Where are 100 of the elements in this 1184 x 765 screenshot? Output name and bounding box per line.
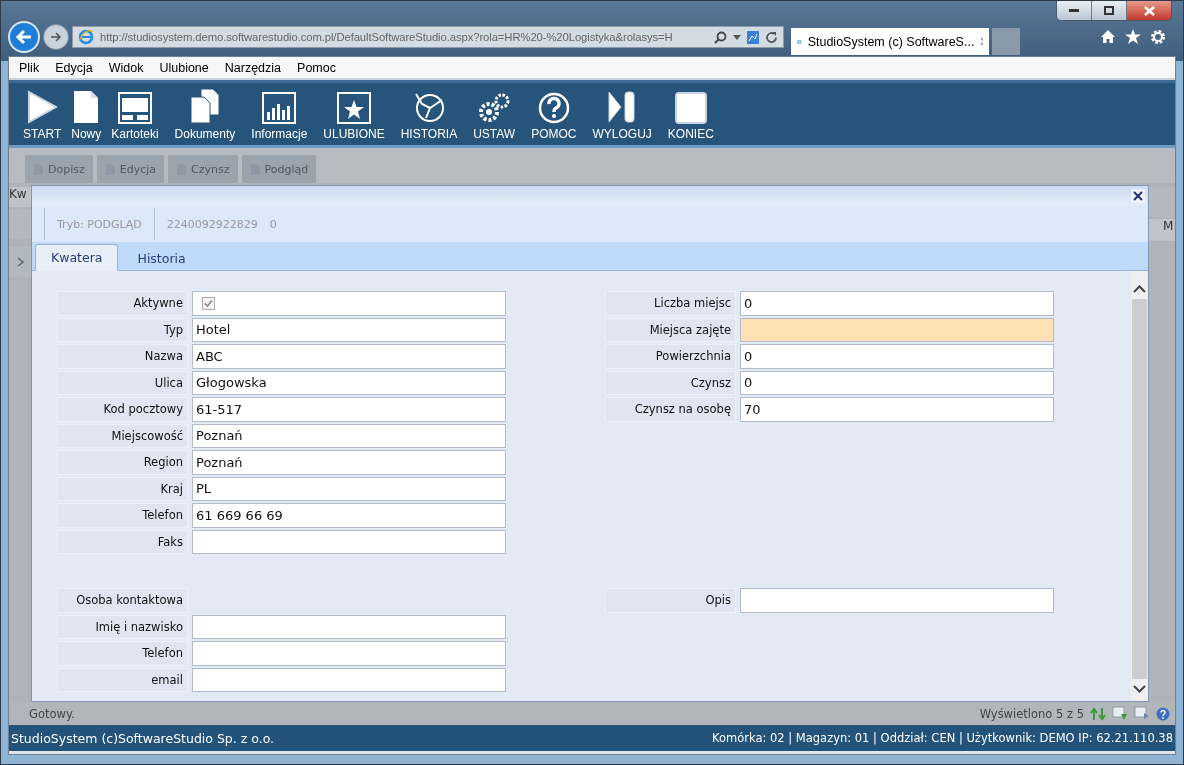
input-field[interactable]: 0	[740, 344, 1054, 369]
checkbox[interactable]	[202, 296, 215, 310]
input-field[interactable]: 70	[740, 397, 1054, 422]
menu-item[interactable]: Pomoc	[297, 60, 336, 75]
settings-icon[interactable]	[1150, 29, 1166, 45]
field-label: Opis	[605, 588, 736, 613]
dropdown-icon	[733, 34, 741, 40]
input-field[interactable]	[192, 641, 506, 666]
address-bar[interactable]: http://studiosystem.demo.softwarestudio.com.pl/DefaultSoftwareStudio.aspx?rola=HR%20-%20Logistyka&rolasys=H	[72, 26, 784, 48]
help-icon	[537, 92, 570, 124]
toolbar-button[interactable]: POMOC	[523, 88, 585, 141]
arrow-right-icon	[50, 32, 62, 42]
input-field[interactable]: Poznań	[192, 423, 506, 448]
menu-item[interactable]: Ulubione	[159, 60, 209, 75]
refresh-icon[interactable]	[1090, 706, 1106, 721]
play-icon	[26, 90, 59, 124]
input-field[interactable]	[192, 667, 506, 692]
minimize-button[interactable]	[1057, 1, 1092, 20]
mode-label: Tryb: PODGLĄD	[57, 217, 142, 231]
input-field[interactable]: PL	[192, 476, 506, 501]
input-field[interactable]: 61-517	[192, 397, 506, 422]
scroll-up-icon[interactable]	[1133, 285, 1146, 293]
input-field[interactable]: Hotel	[192, 317, 506, 342]
toolbar-button[interactable]: ULUBIONE	[315, 88, 393, 141]
toolbar-button[interactable]: Nowy	[69, 88, 104, 141]
checkbox-field[interactable]	[192, 291, 506, 316]
toolbar-button[interactable]: USTAW	[465, 88, 524, 141]
record-value: 0	[269, 217, 277, 231]
search-icon	[714, 30, 727, 44]
help-icon[interactable]	[1156, 706, 1170, 721]
field-label: Ulica	[57, 370, 188, 395]
export-icon[interactable]	[1134, 706, 1150, 721]
record-id: 2240092922829	[166, 217, 258, 231]
menu-item[interactable]: Narzędzia	[224, 60, 282, 75]
minimize-icon	[1069, 8, 1079, 13]
star-icon[interactable]	[1125, 29, 1141, 44]
input-field[interactable]	[192, 614, 506, 639]
field-label: Kraj	[57, 476, 188, 501]
toolbar-button[interactable]: Kartoteki	[103, 88, 167, 141]
back-button[interactable]	[8, 21, 40, 53]
chart-window-icon	[262, 92, 297, 124]
document-icon	[72, 90, 101, 124]
browser-tab[interactable]: StudioSystem (c) SoftwareS...	[791, 28, 989, 55]
toolbar-button[interactable]: Dokumenty	[166, 88, 244, 141]
table-row[interactable]	[9, 247, 31, 277]
window-icon	[117, 92, 152, 124]
session-info: Komórka: 02 | Magazyn: 01 | Oddział: CEN | Użytkownik: DEMO IP: 62.21.110.38	[712, 731, 1173, 745]
input-field[interactable]	[192, 529, 506, 554]
field-label: Czynsz na osobę	[605, 397, 736, 422]
scroll-down-icon[interactable]	[1133, 685, 1146, 693]
field-label: Telefon	[57, 641, 188, 666]
tab-title: StudioSystem (c) SoftwareS...	[807, 34, 975, 49]
gears-icon	[477, 92, 512, 124]
toolbar-button[interactable]: HISTORIA	[392, 88, 466, 141]
input-field[interactable]: Głogowska	[192, 370, 506, 395]
input-field[interactable]	[740, 317, 1054, 342]
status-text: Gotowy.	[29, 706, 75, 721]
input-field[interactable]: 0	[740, 370, 1054, 395]
field-label: Imię i nazwisko	[57, 614, 188, 639]
column-header[interactable]: Kw	[9, 187, 31, 207]
toolbar-button[interactable]: Informacje	[243, 88, 316, 141]
field-label: Faks	[57, 529, 188, 554]
field-label: Miejsca zajęte	[605, 317, 736, 342]
tab[interactable]: Historia	[122, 246, 201, 271]
toolbar-button[interactable]: WYLOGUJ	[584, 88, 660, 141]
url-text: http://studiosystem.demo.softwarestudio.com.pl/DefaultSoftwareStudio.aspx?rola=HR%20-%20Logistyka&rolasys=H	[100, 31, 674, 43]
star-window-icon	[337, 92, 371, 124]
section-label: Osoba kontaktowa	[57, 588, 188, 613]
menu-item[interactable]: Edycja	[55, 60, 93, 75]
input-field[interactable]: ABC	[192, 344, 506, 369]
forward-button[interactable]	[43, 24, 69, 50]
export-icon[interactable]	[1112, 706, 1128, 721]
field-label: Nazwa	[57, 344, 188, 369]
field-label: Powierzchnia	[605, 344, 736, 369]
input-field[interactable]: 0	[740, 291, 1054, 316]
input-field[interactable]: 61 669 66 69	[192, 503, 506, 528]
tab[interactable]: Kwatera	[35, 244, 119, 271]
field-label: email	[57, 667, 188, 692]
footer-text: StudioSystem (c)SoftwareStudio Sp. z o.o.	[11, 730, 275, 746]
input-field[interactable]: Poznań	[192, 450, 506, 475]
field-label: Czynsz	[605, 370, 736, 395]
home-icon[interactable]	[1100, 29, 1116, 44]
checkmark-icon	[204, 298, 213, 308]
field-label: Liczba miejsc	[605, 291, 736, 316]
column-header[interactable]: M	[1149, 219, 1175, 241]
menu-item[interactable]: Plik	[19, 60, 40, 75]
toolbar-button[interactable]: KONIEC	[659, 88, 722, 141]
field-label: Telefon	[57, 503, 188, 528]
field-label: Typ	[57, 317, 188, 342]
refresh-icon	[765, 30, 778, 44]
field-label: Aktywne	[57, 291, 188, 316]
close-button[interactable]	[1127, 1, 1171, 20]
scrollbar[interactable]	[1131, 271, 1148, 701]
field-label: Region	[57, 450, 188, 475]
input-field[interactable]	[740, 588, 1054, 613]
arrow-left-icon	[15, 29, 33, 45]
toolbar-button[interactable]: START	[15, 88, 70, 141]
record-count: Wyświetlono 5 z 5	[979, 706, 1084, 721]
maximize-button[interactable]	[1092, 1, 1127, 20]
menu-item[interactable]: Widok	[108, 60, 144, 75]
